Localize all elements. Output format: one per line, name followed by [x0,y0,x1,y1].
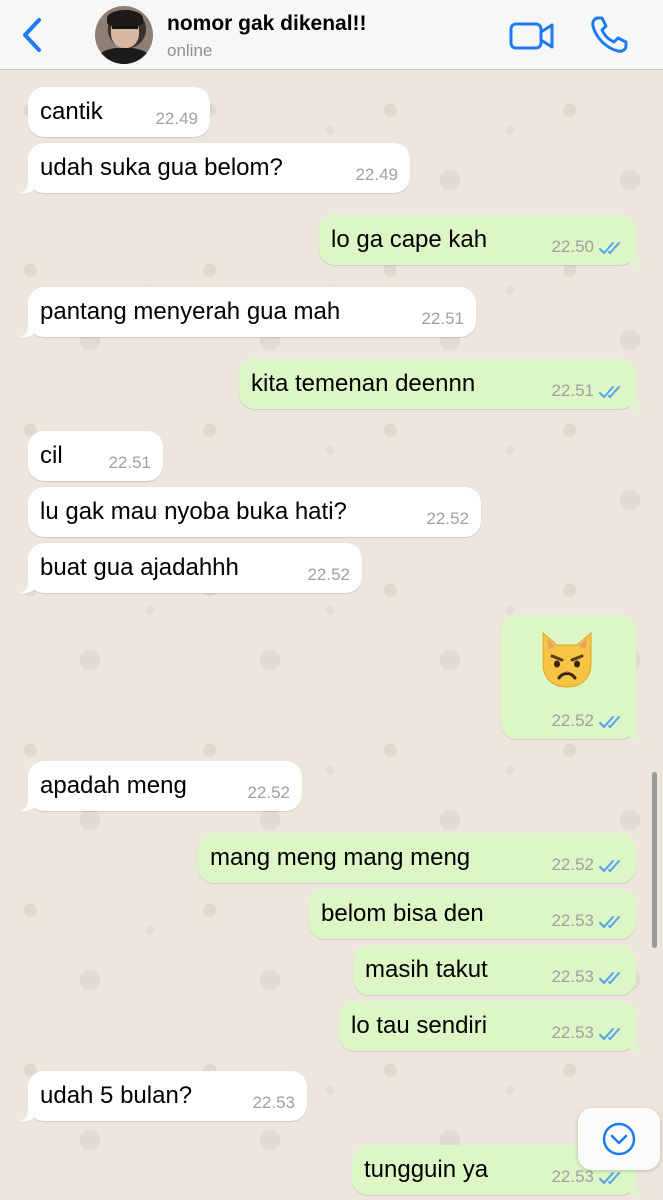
avatar[interactable] [95,6,153,64]
message-time: 22.51 [421,309,464,328]
message-bubble-incoming[interactable]: apadah meng 22.52 [14,761,302,811]
message-time: 22.51 [551,381,594,400]
double-check-icon [599,386,620,398]
message-bubble-incoming[interactable]: cil 22.51 [28,431,163,481]
message-text: lo ga cape kah [331,226,488,253]
scroll-down-icon [602,1122,636,1156]
message-text: apadah meng [40,772,187,799]
scrollbar[interactable] [652,772,657,948]
message-text: kita temenan deennn [251,370,476,397]
message-bubble-incoming[interactable]: pantang menyerah gua mah 22.51 [14,287,476,337]
message-time: 22.51 [108,453,151,472]
message-bubble-outgoing[interactable]: lo tau sendiri 22.53 [339,1001,650,1051]
message-text: pantang menyerah gua mah [40,298,341,325]
message-time: 22.53 [551,1167,594,1186]
message-bubble-outgoing[interactable]: lo ga cape kah 22.50 [319,215,650,265]
message-bubble-outgoing[interactable]: kita temenan deennn 22.51 [239,359,650,409]
video-call-icon [509,22,554,50]
message-time: 22.53 [252,1093,295,1112]
message-bubble-outgoing[interactable]: 22.52 [501,615,650,739]
voice-call-button[interactable] [588,14,630,56]
message-bubble-outgoing[interactable]: masih takut 22.53 [353,945,636,995]
video-call-button[interactable] [508,16,556,56]
scroll-down-button[interactable] [578,1108,660,1170]
chat-header: nomor gak dikenal!! online [0,0,663,70]
message-text: mang meng mang meng [210,844,471,871]
message-bubble-outgoing[interactable]: belom bisa den 22.53 [309,889,636,939]
pouting-cat-emoji [542,631,592,688]
message-time: 22.53 [551,911,594,930]
message-time: 22.52 [307,565,350,584]
message-bubble-incoming[interactable]: udah suka gua belom? 22.49 [14,143,410,193]
message-time: 22.53 [551,967,594,986]
message-time: 22.52 [247,783,290,802]
message-bubble-incoming[interactable]: buat gua ajadahhh 22.52 [14,543,362,593]
message-text: belom bisa den [321,900,484,927]
message-bubble-incoming[interactable]: udah 5 bulan? 22.53 [14,1071,307,1121]
double-check-icon [599,716,620,728]
message-text: udah 5 bulan? [40,1082,193,1109]
double-check-icon [599,242,620,254]
message-text: cantik [40,98,103,125]
double-check-icon [599,916,620,928]
back-chevron-icon [23,18,41,52]
message-time: 22.52 [551,711,594,730]
contact-status: online [167,41,213,60]
message-text: tungguin ya [364,1156,489,1183]
message-time: 22.53 [551,1023,594,1042]
message-time: 22.49 [155,109,198,128]
double-check-icon [599,860,620,872]
chat-area[interactable]: cantik 22.49 udah suka gua belom? 22.49 … [0,70,663,1200]
double-check-icon [599,1172,620,1184]
voice-call-icon [591,16,628,53]
double-check-icon [599,1028,620,1040]
message-text: lo tau sendiri [351,1012,488,1039]
message-text: buat gua ajadahhh [40,554,239,581]
message-time: 22.52 [426,509,469,528]
message-text: masih takut [365,956,488,983]
message-text: lu gak mau nyoba buka hati? [40,498,347,525]
double-check-icon [599,972,620,984]
message-time: 22.50 [551,237,594,256]
back-button[interactable] [12,14,52,56]
contact-name[interactable]: nomor gak dikenal!! [167,12,367,36]
message-bubble-incoming[interactable]: lu gak mau nyoba buka hati? 22.52 [28,487,481,537]
message-text: udah suka gua belom? [40,154,283,181]
message-text: cil [40,442,63,469]
message-time: 22.49 [355,165,398,184]
message-bubble-incoming[interactable]: cantik 22.49 [28,87,210,137]
message-bubble-outgoing[interactable]: mang meng mang meng 22.52 [198,833,636,883]
message-time: 22.52 [551,855,594,874]
